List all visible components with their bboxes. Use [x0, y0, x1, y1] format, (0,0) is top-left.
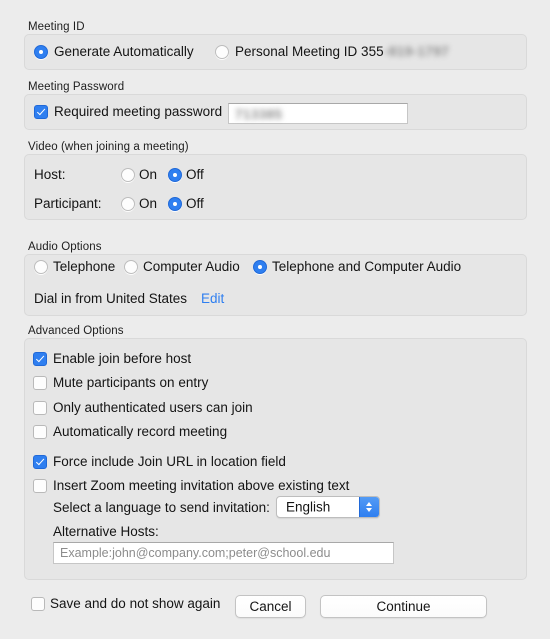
- radio-audio-both[interactable]: [253, 260, 267, 274]
- radio-host-video-on[interactable]: [121, 168, 135, 182]
- advanced-section-label: Advanced Options: [28, 325, 124, 337]
- cancel-button[interactable]: Cancel: [235, 595, 306, 618]
- label-video-participant: Participant:: [34, 196, 102, 211]
- checkbox-required-meeting-password[interactable]: [34, 105, 48, 119]
- label-audio-computer: Computer Audio: [143, 259, 240, 274]
- label-generate-automatically: Generate Automatically: [54, 44, 194, 59]
- meeting-password-input[interactable]: 713385: [228, 103, 408, 124]
- label-dial-in-country: Dial in from United States: [34, 291, 188, 306]
- chevron-updown-icon: [359, 497, 379, 517]
- radio-generate-automatically[interactable]: [34, 45, 48, 59]
- label-required-meeting-password: Required meeting password: [54, 104, 223, 119]
- label-audio-both: Telephone and Computer Audio: [272, 259, 462, 274]
- checkbox-automatically-record-meeting[interactable]: [33, 425, 47, 439]
- radio-audio-telephone[interactable]: [34, 260, 48, 274]
- label-participant-video-on: On: [139, 196, 158, 211]
- checkbox-save-and-do-not-show-again[interactable]: [31, 597, 45, 611]
- label-alternative-hosts: Alternative Hosts:: [53, 524, 159, 539]
- label-audio-telephone: Telephone: [53, 259, 116, 274]
- label-enable-join-before-host: Enable join before host: [53, 351, 192, 366]
- label-host-video-on: On: [139, 167, 158, 182]
- label-host-video-off: Off: [186, 167, 204, 182]
- meeting-id-section-label: Meeting ID: [28, 21, 85, 33]
- personal-meeting-id-redacted: -819-1797: [384, 44, 450, 59]
- label-video-host: Host:: [34, 167, 66, 182]
- meeting-password-value: 713385: [235, 107, 283, 122]
- label-mute-participants-on-entry: Mute participants on entry: [53, 375, 209, 390]
- meeting-password-section-label: Meeting Password: [28, 81, 125, 93]
- label-select-language: Select a language to send invitation:: [53, 500, 270, 515]
- radio-personal-meeting-id[interactable]: [215, 45, 229, 59]
- continue-button[interactable]: Continue: [320, 595, 487, 618]
- language-select-value: English: [286, 499, 331, 515]
- radio-participant-video-on[interactable]: [121, 197, 135, 211]
- radio-host-video-off[interactable]: [168, 168, 182, 182]
- checkbox-enable-join-before-host[interactable]: [33, 352, 47, 366]
- checkbox-only-authenticated-users[interactable]: [33, 401, 47, 415]
- label-personal-meeting-id: Personal Meeting ID 355: [235, 44, 384, 59]
- label-insert-zoom-invitation: Insert Zoom meeting invitation above exi…: [53, 478, 350, 493]
- audio-section-label: Audio Options: [28, 241, 102, 253]
- alternative-hosts-placeholder: Example:john@company.com;peter@school.ed…: [60, 546, 331, 560]
- video-section-label: Video (when joining a meeting): [28, 141, 189, 153]
- checkbox-insert-zoom-invitation[interactable]: [33, 479, 47, 493]
- radio-audio-computer[interactable]: [124, 260, 138, 274]
- label-automatically-record-meeting: Automatically record meeting: [53, 424, 228, 439]
- label-force-include-join-url: Force include Join URL in location field: [53, 454, 286, 469]
- alternative-hosts-input[interactable]: Example:john@company.com;peter@school.ed…: [53, 542, 394, 564]
- edit-dial-in-link[interactable]: Edit: [201, 291, 224, 306]
- radio-participant-video-off[interactable]: [168, 197, 182, 211]
- checkbox-mute-participants-on-entry[interactable]: [33, 376, 47, 390]
- language-select[interactable]: English: [276, 496, 380, 518]
- label-only-authenticated-users: Only authenticated users can join: [53, 400, 253, 415]
- schedule-meeting-dialog: Meeting ID Generate Automatically Person…: [0, 0, 550, 639]
- checkbox-force-include-join-url[interactable]: [33, 455, 47, 469]
- label-participant-video-off: Off: [186, 196, 204, 211]
- label-save-and-do-not-show-again: Save and do not show again: [50, 596, 221, 611]
